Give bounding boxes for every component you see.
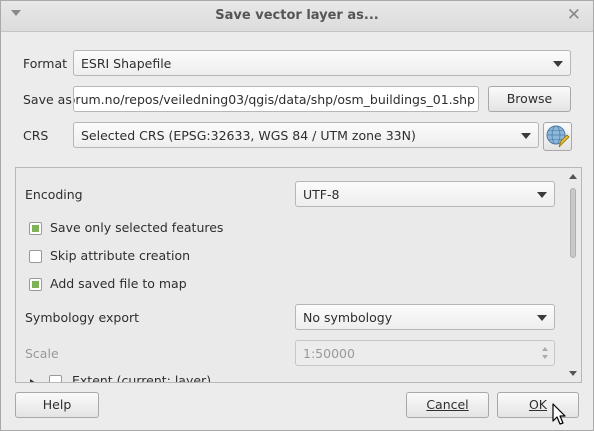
saveas-input[interactable]: GeoForum.no/repos/veiledning03/qgis/data… (73, 86, 479, 112)
close-icon[interactable]: ✕ (567, 5, 581, 25)
scale-value: 1:50000 (303, 346, 355, 361)
crs-value: Selected CRS (EPSG:32633, WGS 84 / UTM z… (81, 128, 416, 143)
crs-combo[interactable]: Selected CRS (EPSG:32633, WGS 84 / UTM z… (73, 122, 539, 148)
title-bar: Save vector layer as... ✕ (1, 1, 593, 32)
save-vector-layer-dialog: Save vector layer as... ✕ Format ESRI Sh… (0, 0, 594, 431)
crs-select-button[interactable] (543, 122, 572, 151)
scale-spinbox: 1:50000 (295, 340, 555, 366)
chevron-down-icon (537, 192, 547, 198)
saveas-value: GeoForum.no/repos/veiledning03/qgis/data… (73, 92, 475, 107)
vertical-scrollbar[interactable] (568, 172, 578, 378)
format-label: Format (23, 56, 68, 71)
ok-button-label: OK (528, 397, 548, 412)
save-selected-label: Save only selected features (50, 220, 224, 235)
symbology-value: No symbology (303, 310, 393, 325)
scale-label: Scale (25, 346, 59, 361)
encoding-combo[interactable]: UTF-8 (295, 181, 555, 207)
chevron-down-icon (553, 61, 563, 67)
add-to-map-label: Add saved file to map (50, 276, 187, 291)
encoding-label: Encoding (25, 187, 83, 202)
help-button[interactable]: Help (15, 392, 99, 418)
extent-checkbox[interactable] (49, 375, 62, 382)
chevron-down-icon (537, 315, 547, 321)
cancel-button[interactable]: Cancel (406, 392, 489, 418)
browse-button[interactable]: Browse (488, 86, 571, 112)
symbology-label: Symbology export (25, 310, 140, 325)
add-to-map-checkbox[interactable] (29, 278, 42, 291)
expand-arrow-icon[interactable] (30, 379, 36, 382)
skip-attribute-label: Skip attribute creation (50, 248, 191, 263)
mouse-cursor-icon (552, 403, 566, 425)
format-combo[interactable]: ESRI Shapefile (73, 50, 571, 76)
scrollbar-thumb[interactable] (570, 188, 576, 258)
cancel-button-label: Cancel (426, 397, 469, 412)
scroll-up-icon[interactable] (569, 174, 577, 179)
chevron-down-icon (521, 133, 531, 139)
globe-pencil-icon (546, 125, 570, 148)
extent-label: Extent (current: layer) (72, 373, 212, 383)
skip-attribute-checkbox[interactable] (29, 250, 42, 263)
scroll-down-icon[interactable] (569, 371, 577, 376)
saveas-label: Save as (23, 92, 72, 107)
encoding-value: UTF-8 (303, 187, 340, 202)
spin-up-icon (542, 347, 548, 351)
spin-down-icon (542, 355, 548, 359)
format-value: ESRI Shapefile (81, 56, 172, 71)
options-scroll-area[interactable]: Encoding UTF-8 Save only selected featur… (15, 167, 582, 383)
window-title: Save vector layer as... (215, 8, 379, 23)
crs-label: CRS (23, 128, 49, 143)
save-selected-checkbox[interactable] (29, 222, 42, 235)
symbology-combo[interactable]: No symbology (295, 304, 555, 330)
